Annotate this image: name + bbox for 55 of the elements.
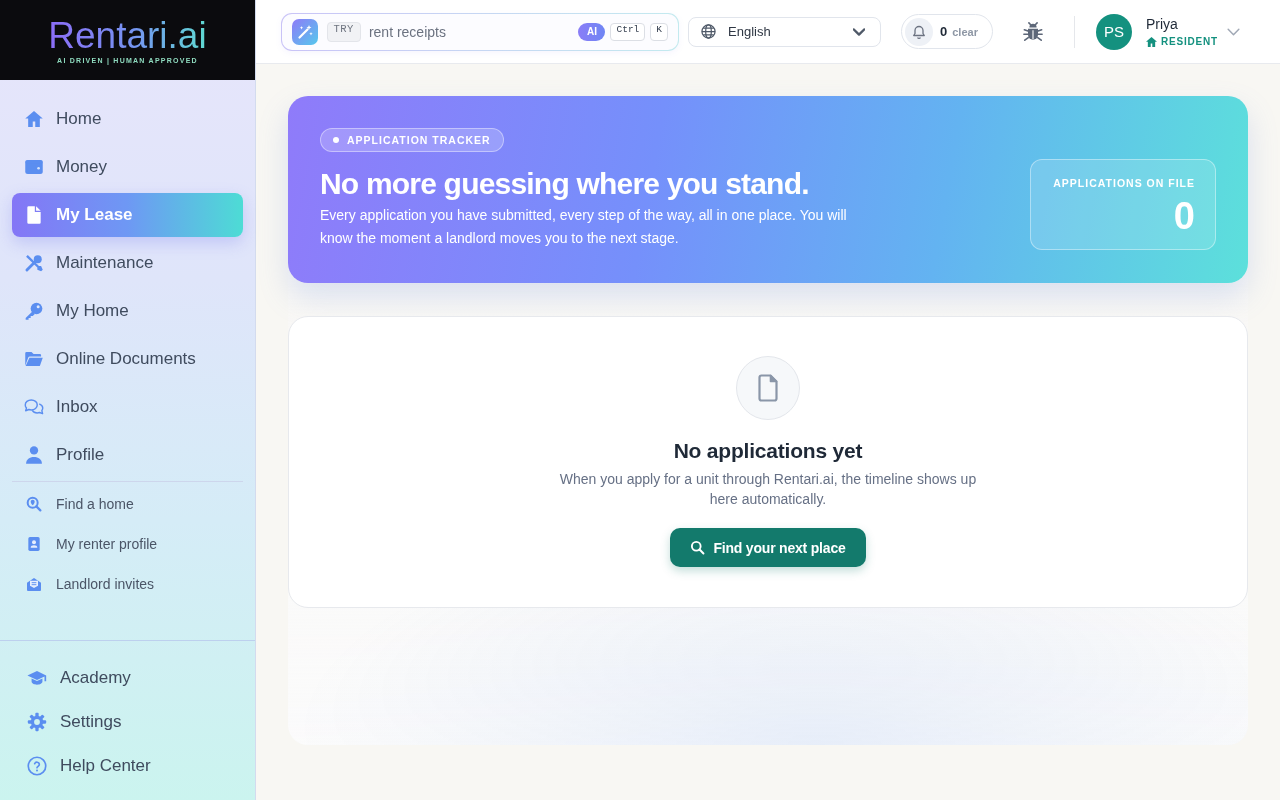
gear-icon [27,712,47,732]
nav-item[interactable]: Home [12,97,243,141]
id-card-icon [26,536,42,552]
dot-icon [333,137,339,143]
magic-wand-icon [291,18,318,45]
nav-item[interactable]: My Home [12,289,243,333]
nav-item[interactable]: Maintenance [12,241,243,285]
stat-label: APPLICATIONS ON FILE [1052,177,1195,190]
search-icon [690,540,706,555]
nav-item[interactable]: Find a home [12,486,243,522]
help-icon [27,756,47,776]
empty-state-text: When you apply for a unit through Rentari.ai, the timeline shows up here automatically. [558,470,978,509]
bell-icon[interactable] [905,17,933,46]
graduation-cap-icon [27,668,47,688]
chevron-down-icon[interactable] [1227,27,1240,36]
nav-item[interactable]: Money [12,145,243,189]
key-icon [24,301,44,321]
nav-item[interactable]: Settings [12,700,243,744]
home-icon [1145,36,1157,47]
nav-item[interactable]: Landlord invites [12,566,243,602]
nav-item[interactable]: Profile [12,433,243,477]
banner-description: Every application you have submitted, every step of the way, all in one place. You will know the moment a landlord moves you to the next stage. [320,206,848,248]
try-tag: TRY [326,21,361,42]
banner-title: No more guessing where you stand. [320,166,810,202]
location-search-icon [26,496,42,512]
bug-icon[interactable] [1022,21,1043,42]
nav-item[interactable]: My renter profile [12,526,243,562]
ai-badge: AI [578,22,606,41]
notification-count: 0 [940,24,948,39]
document-icon [736,356,800,420]
nav-item[interactable]: Help Center [12,744,243,788]
chat-icon [24,397,44,417]
chevron-down-icon [853,27,865,36]
wallet-icon [24,157,44,177]
nav-item[interactable]: Inbox [12,385,243,429]
find-place-button[interactable]: Find your next place [670,528,866,567]
globe-icon [701,24,716,39]
user-name: Priya [1145,15,1179,33]
nav-item[interactable]: Online Documents [12,337,243,381]
envelope-icon [26,576,42,592]
keyboard-key: Ctrl [610,22,646,41]
home-icon [24,109,44,129]
section-tag-label: APPLICATION TRACKER [347,134,491,146]
keyboard-key: K [650,22,668,41]
empty-state-title: No applications yet [673,438,863,464]
tools-icon [24,253,44,273]
stat-value: 0 [1172,196,1195,236]
language-select[interactable]: English [688,16,881,47]
user-icon [24,445,44,465]
folder-icon [24,349,44,369]
nav-item[interactable]: Academy [12,656,243,700]
role-label: RESIDENT [1160,35,1218,48]
document-icon [24,205,44,225]
avatar[interactable]: PS [1095,13,1132,50]
search-field[interactable]: rent receipts [368,21,579,42]
